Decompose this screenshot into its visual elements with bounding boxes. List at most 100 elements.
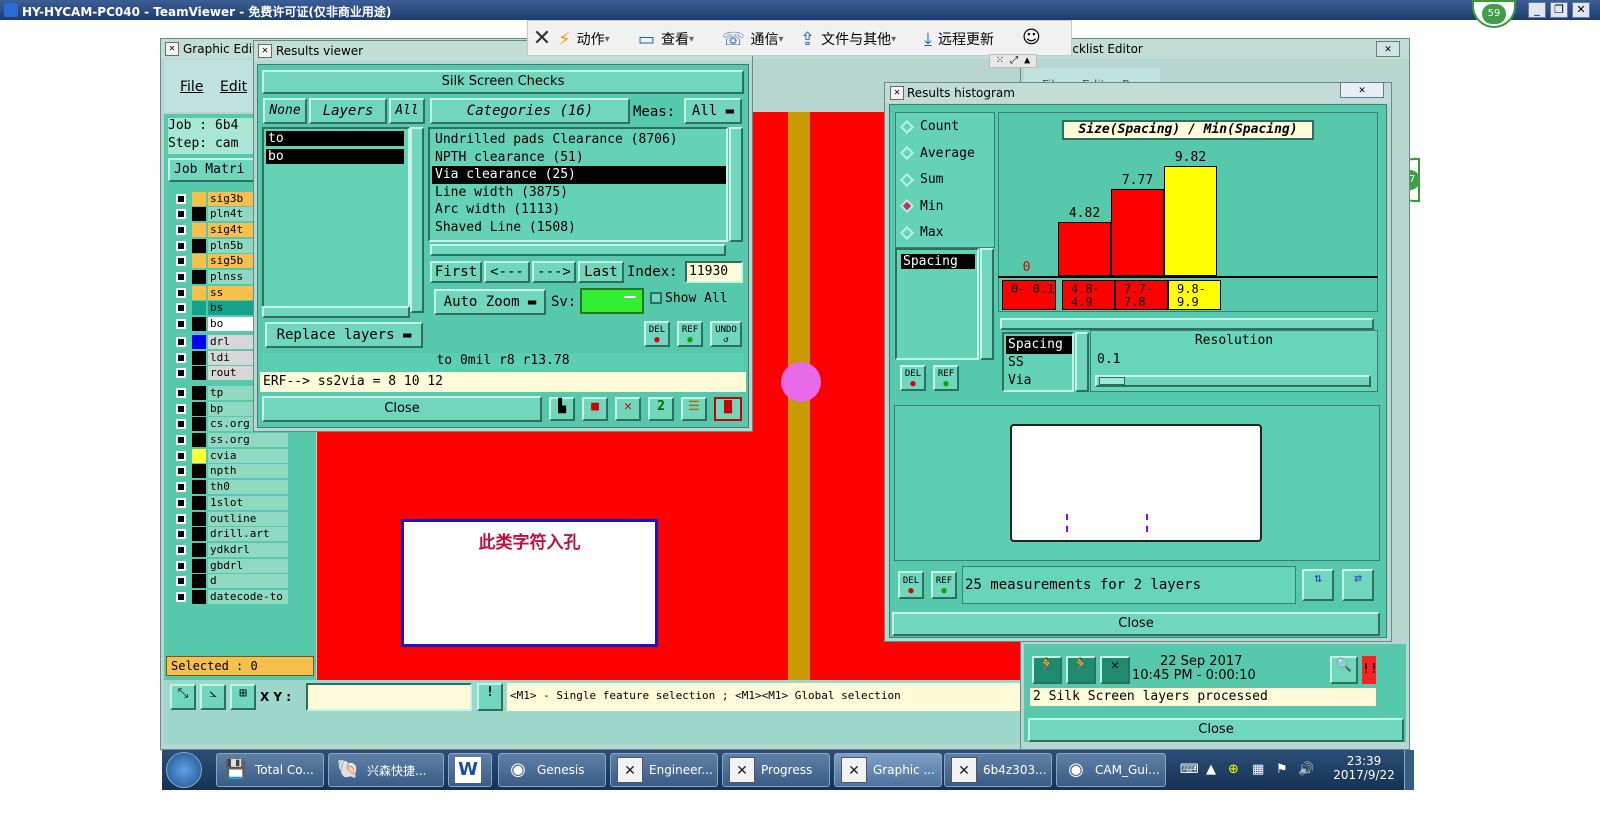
hist-del-button[interactable]: DEL ● <box>900 365 926 391</box>
layer-checkbox[interactable] <box>176 319 186 330</box>
layer-list-hscrollbar[interactable] <box>262 306 410 318</box>
first-button[interactable]: First <box>430 261 482 283</box>
category-item[interactable]: NPTH clearance (51) <box>432 149 726 167</box>
auto-zoom-dropdown[interactable]: Auto Zoom ▬ <box>434 289 546 315</box>
undo-button[interactable]: UNDO ↺ <box>710 321 742 347</box>
replace-layers-dropdown[interactable]: Replace layers ▬ <box>265 322 423 348</box>
layer-checkbox[interactable] <box>176 544 186 555</box>
histogram-bar[interactable] <box>1111 189 1164 276</box>
checklist-close-button[interactable]: Close <box>1028 718 1404 742</box>
sub-list-item[interactable]: Via <box>1006 372 1072 390</box>
next-button[interactable]: ---> <box>532 261 576 283</box>
category-item[interactable]: Arc width (1113) <box>432 201 726 219</box>
layer-row[interactable]: cvia <box>170 448 288 463</box>
layer-checkbox[interactable] <box>176 240 186 251</box>
sub-list-scrollbar[interactable] <box>1075 332 1089 392</box>
taskbar-item[interactable]: W <box>448 753 492 787</box>
stop-run-icon[interactable]: ✕ <box>1100 656 1130 684</box>
taskbar-item[interactable]: 🐚 兴森快捷... <box>328 753 444 787</box>
layer-checkbox[interactable] <box>176 419 186 430</box>
notes-icon[interactable]: ☰ <box>681 397 707 421</box>
run-all-icon[interactable]: 🏃 <box>1032 656 1062 684</box>
sub-list-item[interactable]: SS <box>1006 354 1072 372</box>
minimize-button[interactable]: _ <box>1528 2 1546 18</box>
index-input[interactable]: 11930 <box>685 261 743 283</box>
prev-button[interactable]: <--- <box>484 261 530 283</box>
layer-row[interactable]: drill.art <box>170 527 288 542</box>
category-item[interactable]: Undrilled pads Clearance (8706) <box>432 131 726 149</box>
show-all-checkbox[interactable] <box>650 292 662 304</box>
layer-checkbox[interactable] <box>176 336 186 347</box>
measure-icon[interactable]: ⦣ <box>200 684 226 710</box>
category-item[interactable]: Shaved Line (1508) <box>432 219 726 237</box>
plus-icon[interactable]: ⊕ <box>1228 762 1239 777</box>
mode-min-radio[interactable]: Min <box>899 199 943 214</box>
ref-button[interactable]: REF ● <box>677 321 703 347</box>
layer-result-item[interactable]: bo <box>266 149 404 164</box>
menu-edit[interactable]: Edit <box>220 79 247 95</box>
layer-checkbox[interactable] <box>176 497 186 508</box>
category-list-scrollbar[interactable] <box>729 127 743 242</box>
layer-checkbox[interactable] <box>176 209 186 220</box>
layer-checkbox[interactable] <box>176 272 186 282</box>
step-two-icon[interactable]: 2 <box>648 397 674 421</box>
layer-checkbox[interactable] <box>176 387 186 398</box>
layer-checkbox[interactable] <box>176 513 186 524</box>
layer-checkbox[interactable] <box>176 435 186 445</box>
layer-row[interactable]: d <box>170 574 288 589</box>
histogram-close-button[interactable]: Close <box>892 612 1380 636</box>
tray-expand-icon[interactable]: ▲ <box>1206 762 1216 777</box>
meas-dropdown[interactable]: All ▬ <box>684 98 742 124</box>
histogram-bar[interactable] <box>1058 222 1111 276</box>
layer-row[interactable]: th0 <box>170 480 288 495</box>
flag-icon[interactable]: ⚑ <box>1276 762 1288 777</box>
layer-checkbox[interactable] <box>176 287 186 298</box>
grid-icon[interactable]: ⊞ <box>230 684 256 710</box>
mode-max-radio[interactable]: Max <box>899 225 943 240</box>
category-item[interactable]: Via clearance (25) <box>432 166 726 184</box>
tv-menu-3[interactable]: ☏ 通信 ▾ <box>722 29 784 50</box>
menu-file[interactable]: File <box>180 79 203 95</box>
taskbar-item[interactable]: 💾 Total Co... <box>216 753 324 787</box>
taskbar-item[interactable]: ✕ Graphic ... <box>834 753 942 787</box>
show-desktop-button[interactable] <box>1404 750 1414 790</box>
tv-menu-2[interactable]: ▭ 查看 ▾ <box>638 29 694 50</box>
export-icon[interactable]: ■ <box>582 397 608 421</box>
layer-checkbox[interactable] <box>176 592 186 602</box>
tv-menu-4[interactable]: ⇪ 文件与其他 ▾ <box>800 29 896 50</box>
measure-list-scrollbar[interactable] <box>980 248 994 360</box>
layer-row[interactable]: 1slot <box>170 495 288 510</box>
summary-del-button[interactable]: DEL ● <box>898 571 924 599</box>
alert-icon[interactable]: ! <box>477 683 503 711</box>
close-window-button[interactable]: ✕ <box>1572 2 1590 18</box>
layer-row[interactable]: ss.org <box>170 433 288 448</box>
del-button[interactable]: DEL ● <box>644 321 670 347</box>
layer-checkbox[interactable] <box>176 529 186 540</box>
layers-button[interactable]: Layers <box>309 98 387 124</box>
none-button[interactable]: None <box>263 98 307 124</box>
layer-row[interactable]: datecode-to <box>170 590 288 605</box>
import-chart-icon[interactable]: ⇄ <box>1342 569 1374 601</box>
notification-badge[interactable]: 59 <box>1472 0 1516 28</box>
last-button[interactable]: Last <box>578 261 624 283</box>
resolution-slider[interactable] <box>1095 375 1371 387</box>
restore-button[interactable]: ❐ <box>1550 2 1568 18</box>
categories-button[interactable]: Categories (16) <box>430 98 630 124</box>
histogram-icon[interactable]: ▇ <box>714 397 742 421</box>
results-viewer-close-button[interactable]: Close <box>262 396 542 422</box>
xy-input[interactable] <box>306 683 472 711</box>
mode-count-radio[interactable]: Count <box>899 119 959 134</box>
measure-list-item[interactable]: Spacing <box>901 254 975 269</box>
taskbar-item[interactable]: ◉ Genesis <box>498 753 606 787</box>
layer-checkbox[interactable] <box>176 368 186 379</box>
export-chart-icon[interactable]: ⇅ <box>1302 569 1334 601</box>
layer-checkbox[interactable] <box>176 256 186 267</box>
layer-checkbox[interactable] <box>176 482 186 493</box>
layer-row[interactable]: npth <box>170 464 288 479</box>
mode-sum-radio[interactable]: Sum <box>899 172 943 187</box>
category-hscrollbar[interactable] <box>430 244 726 256</box>
summary-ref-button[interactable]: REF ● <box>931 571 957 599</box>
volume-icon[interactable]: 🔊 <box>1298 762 1314 777</box>
close-session-icon[interactable]: ✕ <box>524 26 560 51</box>
histogram-bar[interactable] <box>1164 166 1217 276</box>
